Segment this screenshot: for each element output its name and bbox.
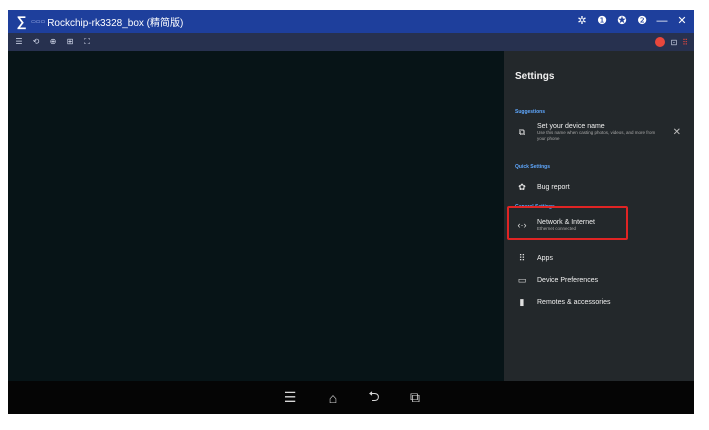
toolbar-right: ⊡ ⠿ bbox=[655, 33, 688, 51]
help-icon[interactable]: ❷ bbox=[636, 10, 648, 33]
nav-menu-icon[interactable]: ☰ bbox=[279, 381, 301, 414]
network-label: Network & Internet bbox=[537, 218, 595, 226]
toolbar: ☰ ⟲ ⊕ ⊞ ⛶ ⊡ ⠿ bbox=[8, 33, 694, 51]
remotes-label: Remotes & accessories bbox=[537, 298, 611, 306]
device-preferences-label: Device Preferences bbox=[537, 276, 599, 284]
fullscreen-icon[interactable]: ⛶ bbox=[82, 33, 92, 51]
apps-label: Apps bbox=[537, 254, 553, 262]
remote-icon: ▮ bbox=[519, 296, 525, 307]
app-store-icon[interactable] bbox=[655, 37, 666, 47]
settings-item-apps[interactable]: ⠿ Apps bbox=[515, 250, 685, 266]
section-quick-settings: Quick Settings bbox=[515, 164, 551, 170]
settings-item-bug-report[interactable]: ✿ Bug report bbox=[515, 179, 685, 195]
minimize-button[interactable]: — bbox=[656, 10, 668, 33]
bug-icon: ✿ bbox=[518, 181, 526, 192]
close-button[interactable]: ✕ bbox=[676, 10, 688, 33]
suggestion-title: Set your device name bbox=[537, 123, 605, 130]
nav-back-icon[interactable]: ⮌ bbox=[363, 381, 385, 414]
zoom-icon[interactable]: ⊕ bbox=[48, 33, 58, 51]
settings-panel: Settings Suggestions ⧉ Set your device n… bbox=[504, 51, 694, 381]
screenshot-icon[interactable]: ⊞ bbox=[65, 33, 75, 51]
window-title: Rockchip-rk3328_box (精简版) bbox=[47, 18, 184, 29]
network-status: Ethernet connected bbox=[537, 225, 577, 231]
nav-recents-icon[interactable]: ⧉ bbox=[404, 381, 426, 414]
settings-item-device-preferences[interactable]: ▭ Device Preferences bbox=[515, 272, 685, 288]
device-screen[interactable]: Settings Suggestions ⧉ Set your device n… bbox=[8, 51, 694, 381]
suggestion-subtitle: Use this name when casting photos, video… bbox=[537, 130, 656, 141]
window-icon[interactable]: ⊡ bbox=[670, 38, 677, 47]
apps-grid-icon: ⠿ bbox=[518, 252, 526, 263]
settings-icon[interactable]: ✲ bbox=[576, 10, 588, 33]
app-logo-icon: ∑ bbox=[16, 13, 27, 29]
title-bar: ∑ ▭▭▭ Rockchip-rk3328_box (精简版) ✲ ❶ ✪ ❷ … bbox=[8, 10, 694, 33]
rotate-icon[interactable]: ⟲ bbox=[31, 33, 41, 51]
settings-item-remotes[interactable]: ▮ Remotes & accessories bbox=[515, 294, 685, 310]
title-controls: ✲ ❶ ✪ ❷ — ✕ bbox=[576, 10, 688, 33]
info-icon[interactable]: ❶ bbox=[596, 10, 608, 33]
nav-home-icon[interactable]: ⌂ bbox=[322, 381, 344, 414]
suggestion-device-name[interactable]: ⧉ Set your device name Use this name whe… bbox=[515, 119, 685, 145]
cast-icon: ⧉ bbox=[518, 126, 526, 137]
bug-report-label: Bug report bbox=[537, 183, 570, 191]
tv-icon: ▭ bbox=[517, 274, 527, 285]
menu-icon[interactable]: ☰ bbox=[14, 33, 24, 51]
dismiss-icon[interactable]: ✕ bbox=[673, 127, 681, 138]
settings-item-network[interactable]: ‹·› Network & Internet Ethernet connecte… bbox=[515, 215, 685, 235]
emulator-window: ∑ ▭▭▭ Rockchip-rk3328_box (精简版) ✲ ❶ ✪ ❷ … bbox=[8, 10, 694, 414]
pin-icon[interactable]: ✪ bbox=[616, 10, 628, 33]
settings-title: Settings bbox=[515, 71, 555, 82]
network-icon: ‹·› bbox=[517, 220, 527, 230]
section-suggestions: Suggestions bbox=[515, 109, 546, 115]
multi-instance-icon[interactable]: ⠿ bbox=[682, 38, 688, 47]
app-logo-sub: ▭▭▭ bbox=[31, 18, 46, 25]
android-nav-bar: ☰ ⌂ ⮌ ⧉ bbox=[8, 381, 694, 414]
